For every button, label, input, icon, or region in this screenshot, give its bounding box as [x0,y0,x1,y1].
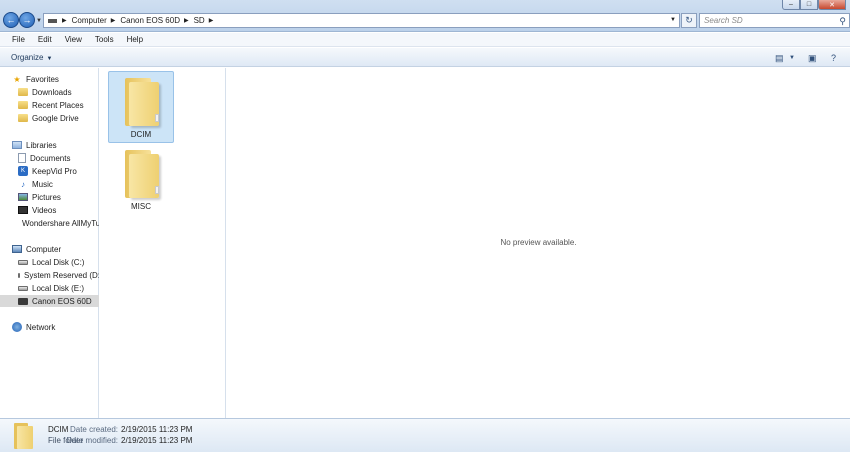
hard-drive-icon [18,285,28,291]
address-bar[interactable]: ▶ Computer ▶ Canon EOS 60D ▶ SD ▶ ▼ [43,13,680,28]
nav-item-system-reserved[interactable]: System Reserved (D:) [18,269,99,281]
change-view-icon[interactable]: ▤ [775,53,784,64]
menu-view[interactable]: View [65,35,82,44]
date-modified-value: 2/19/2015 11:23 PM [121,436,193,445]
keepvid-icon: K [18,166,28,176]
folder-icon [12,423,34,449]
nav-label: Canon EOS 60D [32,296,92,306]
view-options-dropdown[interactable]: ▼ [789,55,795,61]
nav-item-wondershare[interactable]: Wondershare AllMyTube [18,217,99,229]
file-list[interactable]: DCIM MISC [100,68,226,418]
chevron-down-icon: ▼ [46,56,53,62]
google-drive-icon [18,114,28,122]
organize-button[interactable]: Organize ▼ [11,53,52,62]
search-input[interactable]: Search SD ⚲ [699,13,850,28]
nav-label: System Reserved (D:) [24,270,99,280]
menu-edit[interactable]: Edit [38,35,52,44]
command-bar: Organize ▼ ▤ ▼ ▣ ? [0,48,850,67]
folder-icon [119,76,163,128]
title-bar: – □ ✕ ← → ▼ ▶ Computer ▶ Canon EOS 60D ▶… [0,0,850,32]
refresh-button[interactable]: ↻ [681,13,697,28]
search-icon[interactable]: ⚲ [839,16,846,27]
menu-help[interactable]: Help [127,35,143,44]
folder-icon [119,148,163,200]
file-name: MISC [131,202,151,211]
recent-pages-dropdown[interactable]: ▼ [36,18,42,24]
menu-tools[interactable]: Tools [95,35,114,44]
maximize-button[interactable]: □ [800,0,818,10]
camera-icon [18,297,28,305]
details-pane: DCIM File folder Date created: 2/19/2015… [0,418,850,452]
nav-computer[interactable]: Computer [12,243,111,255]
breadcrumb-label: Computer [71,16,107,25]
breadcrumb-computer[interactable]: Computer ▶ [72,16,121,25]
nav-label: KeepVid Pro [32,166,77,176]
organize-label: Organize [11,53,44,62]
nav-label: Videos [32,205,57,215]
file-name: DCIM [130,130,152,139]
computer-icon [12,245,22,253]
folder-item-dcim[interactable]: DCIM [108,71,174,143]
nav-label: Network [26,322,56,332]
breadcrumb-separator-icon[interactable]: ▶ [111,17,116,24]
breadcrumb-canon[interactable]: Canon EOS 60D ▶ [120,16,193,25]
window-controls: – □ ✕ [782,0,846,10]
forward-arrow-icon: → [22,15,32,25]
folder-item-misc[interactable]: MISC [108,144,174,216]
nav-label: Music [32,179,53,189]
breadcrumb-sd[interactable]: SD ▶ [194,16,219,25]
nav-label: Google Drive [32,113,79,123]
breadcrumb-label: SD [193,16,205,25]
recent-places-icon [18,101,28,109]
navigation-pane: ★ Favorites Downloads Recent Places Goog… [0,68,99,418]
downloads-folder-icon [18,88,28,96]
drive-icon [48,18,57,23]
date-modified-label: Date modified: [66,436,118,445]
breadcrumb-separator-icon[interactable]: ▶ [209,17,214,24]
preview-message: No preview available. [500,238,577,247]
close-button[interactable]: ✕ [818,0,846,10]
star-icon: ★ [13,74,21,84]
nav-label: Wondershare AllMyTube [22,218,99,228]
help-icon[interactable]: ? [831,53,836,63]
preview-pane: No preview available. [227,68,850,418]
nav-item-canon-eos-60d[interactable]: Canon EOS 60D [0,295,99,307]
hard-drive-icon [18,259,28,265]
libraries-icon [12,141,22,149]
hard-drive-icon [18,272,20,278]
nav-label: Computer [26,244,62,254]
search-placeholder: Search SD [704,16,743,25]
documents-icon [18,153,26,163]
refresh-icon: ↻ [685,15,693,25]
date-created-value: 2/19/2015 11:23 PM [121,425,193,434]
breadcrumb-separator-icon[interactable]: ▶ [184,17,189,24]
menu-file[interactable]: File [12,35,25,44]
pictures-icon [18,193,28,201]
chevron-down-icon: ▼ [36,18,42,24]
nav-favorites[interactable]: ★ Favorites [12,73,111,85]
back-button[interactable]: ← [3,12,19,28]
nav-label: Libraries [26,140,57,150]
nav-network[interactable]: Network [12,321,111,333]
nav-label: Recent Places [32,100,84,110]
nav-label: Local Disk (E:) [32,283,85,293]
nav-label: Documents [30,153,71,163]
forward-button[interactable]: → [19,12,35,28]
nav-label: Local Disk (C:) [32,257,85,267]
videos-icon [18,206,28,214]
nav-label: Pictures [32,192,61,202]
address-history-dropdown[interactable]: ▼ [670,17,676,23]
music-icon: ♪ [21,179,25,189]
minimize-button[interactable]: – [782,0,800,10]
preview-pane-icon[interactable]: ▣ [808,53,817,64]
date-created-label: Date created: [69,425,118,434]
nav-label: Favorites [26,74,59,84]
breadcrumb-separator-icon: ▶ [62,18,67,24]
menu-bar: File Edit View Tools Help [0,33,850,47]
network-icon [12,322,22,332]
nav-libraries[interactable]: Libraries [12,139,111,151]
breadcrumb-label: Canon EOS 60D [120,16,180,25]
back-arrow-icon: ← [6,15,16,25]
nav-label: Downloads [32,87,72,97]
